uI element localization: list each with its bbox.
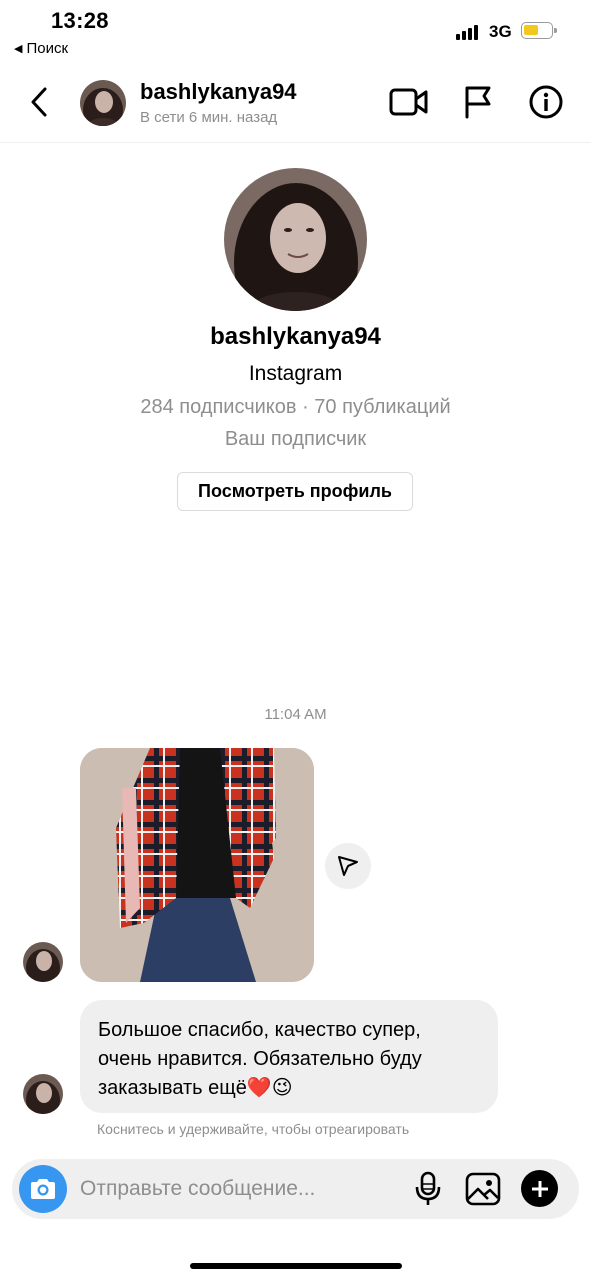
header-divider bbox=[0, 142, 591, 143]
video-call-icon bbox=[389, 88, 428, 116]
message-text: Большое спасибо, качество супер, очень н… bbox=[98, 1019, 422, 1099]
profile-username: bashlykanya94 bbox=[210, 323, 381, 350]
voice-message-button[interactable] bbox=[412, 1171, 444, 1207]
info-icon bbox=[529, 85, 563, 119]
flag-icon bbox=[465, 86, 491, 119]
plus-icon bbox=[531, 1180, 548, 1197]
share-button[interactable] bbox=[325, 843, 371, 889]
back-to-app-link[interactable]: ◀ Поиск bbox=[14, 40, 68, 57]
header-online-status: В сети 6 мин. назад bbox=[140, 109, 278, 126]
microphone-icon bbox=[415, 1171, 441, 1205]
back-app-label: Поиск bbox=[26, 40, 69, 57]
network-type: 3G bbox=[489, 22, 512, 41]
battery-icon bbox=[521, 22, 557, 39]
profile-platform: Instagram bbox=[248, 362, 343, 385]
gallery-button[interactable] bbox=[464, 1171, 502, 1207]
send-icon bbox=[338, 856, 358, 876]
sender-avatar[interactable] bbox=[23, 942, 63, 982]
profile-avatar[interactable] bbox=[224, 168, 367, 311]
header-avatar[interactable] bbox=[80, 80, 126, 126]
header-username[interactable]: bashlykanya94 bbox=[140, 79, 297, 105]
chat-timestamp: 11:04 AM bbox=[264, 706, 327, 723]
reaction-hint: Коснитесь и удерживайте, чтобы отреагиро… bbox=[97, 1121, 410, 1137]
image-icon bbox=[465, 1172, 501, 1206]
profile-stats: 284 подписчиков · 70 публикаций bbox=[140, 396, 451, 418]
back-button[interactable] bbox=[22, 84, 58, 120]
follow-status: Ваш подписчик bbox=[224, 428, 367, 450]
text-message-bubble[interactable]: Большое спасибо, качество супер, очень н… bbox=[80, 1000, 498, 1113]
chevron-left-icon bbox=[31, 87, 47, 117]
photo-message[interactable] bbox=[80, 748, 314, 982]
report-button[interactable] bbox=[460, 84, 496, 120]
view-profile-button[interactable]: Посмотреть профиль bbox=[177, 472, 413, 511]
more-options-button[interactable] bbox=[521, 1170, 558, 1207]
camera-button[interactable] bbox=[19, 1165, 67, 1213]
info-button[interactable] bbox=[528, 84, 564, 120]
video-call-button[interactable] bbox=[388, 84, 430, 120]
home-indicator bbox=[190, 1263, 402, 1269]
camera-icon bbox=[31, 1179, 55, 1199]
cellular-signal-icon bbox=[456, 24, 478, 40]
back-triangle-icon: ◀ bbox=[14, 43, 23, 55]
sender-avatar[interactable] bbox=[23, 1074, 63, 1114]
message-input[interactable] bbox=[80, 1170, 400, 1208]
status-time: 13:28 bbox=[51, 8, 109, 33]
